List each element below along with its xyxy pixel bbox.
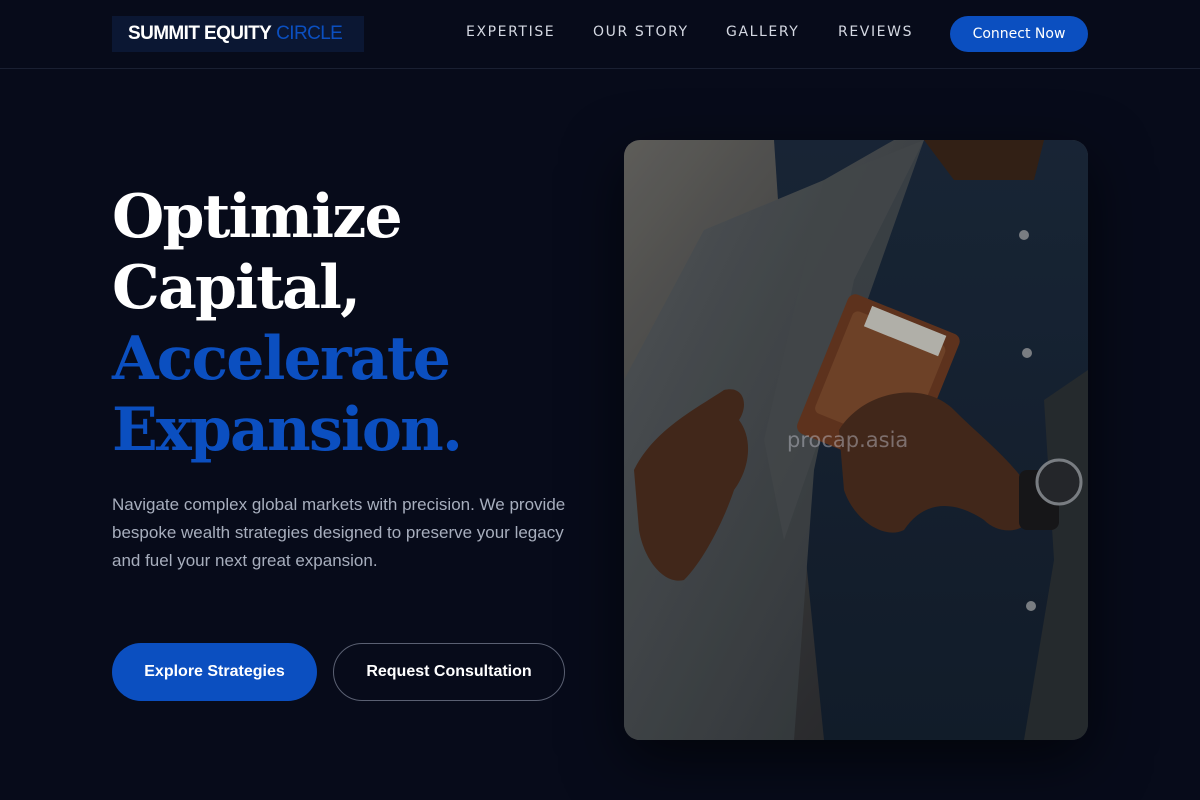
nav-link-expertise[interactable]: EXPERTISE (466, 24, 555, 40)
logo-primary-text: SUMMIT EQUITY (128, 23, 272, 44)
hero-subtext: Navigate complex global markets with pre… (112, 495, 566, 570)
site-header: SUMMIT EQUITY CIRCLE EXPERTISE OUR STORY… (0, 0, 1200, 69)
request-consultation-button[interactable]: Request Consultation (333, 643, 565, 701)
headline-line-2: Capital, (112, 253, 361, 323)
headline-line-4: Expansion. (112, 395, 463, 465)
logo-accent-text: CIRCLE (276, 23, 343, 44)
nav-link-gallery[interactable]: GALLERY (726, 24, 799, 40)
explore-strategies-button[interactable]: Explore Strategies (112, 643, 317, 701)
headline-line-1: Optimize (112, 182, 403, 252)
headline-line-3: Accelerate (112, 324, 451, 394)
watermark-text: procap.asia (787, 428, 909, 452)
nav-link-our-story[interactable]: OUR STORY (593, 24, 689, 40)
connect-now-button[interactable]: Connect Now (950, 16, 1088, 52)
brand-logo[interactable]: SUMMIT EQUITY CIRCLE (112, 16, 364, 52)
nav-link-reviews[interactable]: REVIEWS (838, 24, 913, 40)
hero-headline: Optimize Capital, Accelerate Expansion. (112, 182, 592, 466)
